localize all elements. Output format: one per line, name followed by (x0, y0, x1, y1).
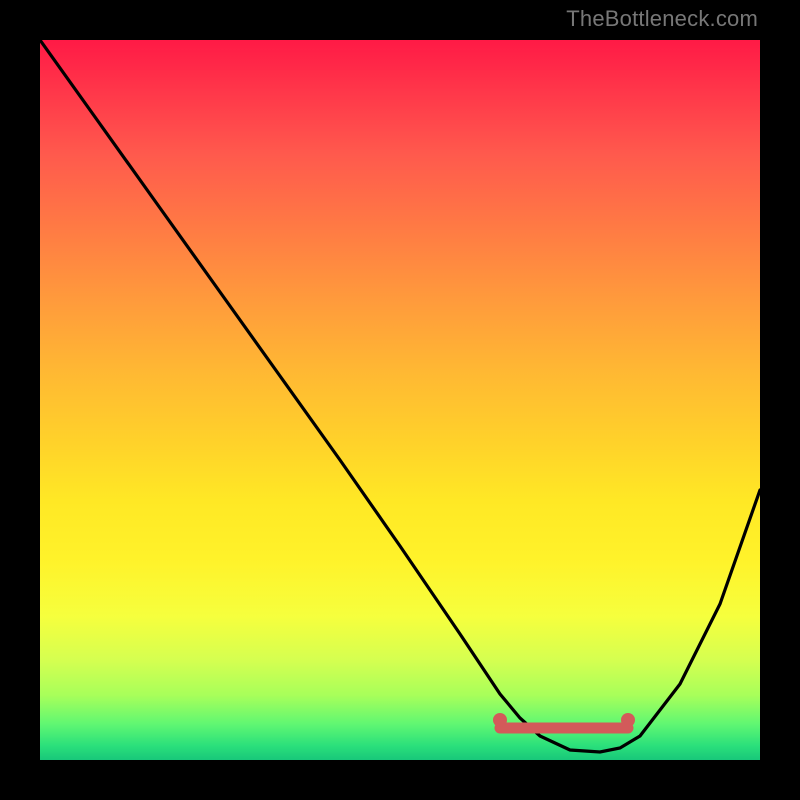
bottleneck-curve (40, 40, 760, 752)
left-marker-icon (493, 713, 507, 727)
chart-frame: TheBottleneck.com (0, 0, 800, 800)
plot-area (40, 40, 760, 760)
watermark-text: TheBottleneck.com (566, 6, 758, 32)
chart-svg (40, 40, 760, 760)
right-marker-icon (621, 713, 635, 727)
